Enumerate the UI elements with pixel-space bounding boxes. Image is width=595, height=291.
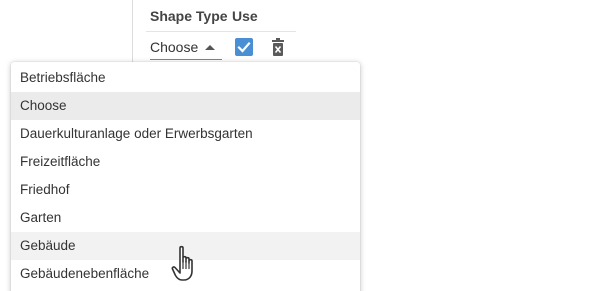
- shape-type-select-value: Choose: [150, 39, 199, 55]
- header-divider: [146, 31, 296, 32]
- dropdown-option[interactable]: Freizeitfläche: [11, 148, 360, 176]
- shape-type-select[interactable]: Choose: [150, 37, 222, 60]
- dropdown-option[interactable]: Garten: [11, 204, 360, 232]
- dropdown-option[interactable]: Dauerkulturanlage oder Erwerbsgarten: [11, 120, 360, 148]
- dropdown-option-label: Freizeitfläche: [20, 154, 101, 169]
- use-checkbox[interactable]: [235, 38, 253, 56]
- panel-divider: [132, 0, 133, 64]
- dropdown-option-label: Garten: [20, 210, 62, 225]
- hand-pointer-cursor-icon: [171, 244, 203, 284]
- trash-icon[interactable]: [270, 38, 286, 58]
- dropdown-option-label: Gebäudenebenfläche: [20, 266, 150, 281]
- use-column-header: Use: [232, 8, 258, 24]
- dropdown-option-label: Gebäude: [20, 238, 76, 253]
- dropdown-option[interactable]: Friedhof: [11, 176, 360, 204]
- dropdown-option[interactable]: Betriebsfläche: [11, 64, 360, 92]
- dropdown-option-label: Betriebsfläche: [20, 70, 106, 85]
- dropdown-option-selected[interactable]: Choose: [11, 92, 360, 120]
- shape-type-column-header: Shape Type: [150, 8, 228, 24]
- page: Shape Type Use Choose Betriebsfläche Cho…: [0, 0, 595, 291]
- checkmark-icon: [237, 41, 251, 53]
- dropdown-option-label: Choose: [20, 98, 67, 113]
- dropdown-option-label: Friedhof: [20, 182, 70, 197]
- caret-up-icon: [205, 45, 215, 50]
- dropdown-option-label: Dauerkulturanlage oder Erwerbsgarten: [20, 126, 253, 141]
